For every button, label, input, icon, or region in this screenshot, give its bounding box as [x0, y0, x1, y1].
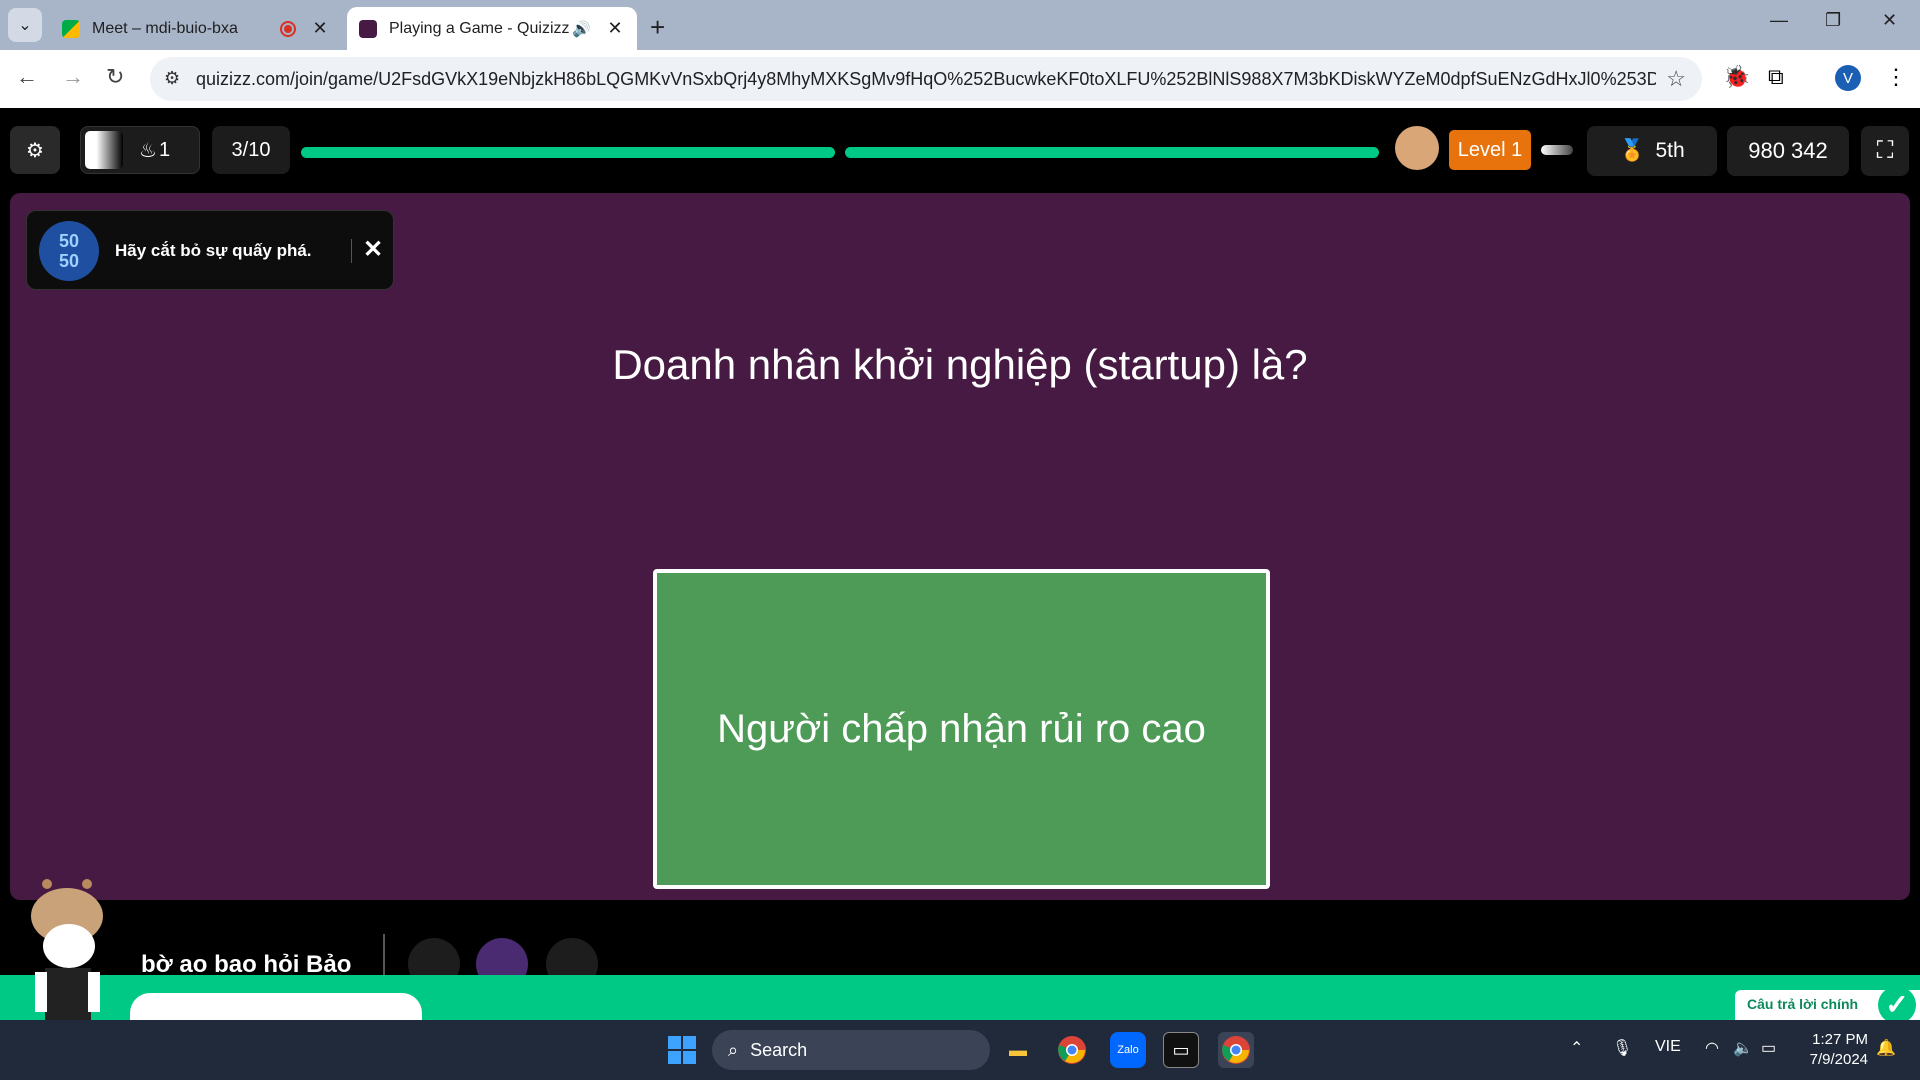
fullscreen-button[interactable]: ⛶	[1861, 126, 1909, 176]
check-icon: ✓	[1878, 986, 1916, 1024]
divider	[383, 934, 385, 975]
progress-segment	[845, 147, 1379, 158]
question-text: Doanh nhân khởi nghiệp (startup) là?	[612, 341, 1308, 388]
score-display: 980 342	[1727, 126, 1849, 176]
browser-tabstrip: ⌄ Meet – mdi-buio-bxa ✕ Playing a Game -…	[0, 0, 1920, 50]
bookmark-star-icon[interactable]: ☆	[1666, 66, 1686, 92]
system-clock[interactable]: 1:27 PM 7/9/2024	[1800, 1030, 1868, 1070]
tab-search-button[interactable]: ⌄	[8, 8, 42, 42]
url-text[interactable]: quizizz.com/join/game/U2FsdGVkX19eNbjzkH…	[196, 69, 1656, 90]
question-stage: 50 50 Hãy cắt bỏ sự quấy phá. ✕ Doanh nhâ…	[10, 193, 1910, 905]
search-icon: ⌕	[728, 1039, 739, 1060]
extension-icon[interactable]: 🐞	[1723, 64, 1750, 90]
progress-segment	[301, 147, 835, 158]
forward-icon[interactable]: →	[62, 64, 84, 90]
tab-title: Playing a Game - Quizizz	[389, 19, 570, 37]
address-bar[interactable]: ⚙ quizizz.com/join/game/U2FsdGVkX19eNbjz…	[150, 57, 1702, 101]
file-explorer-icon[interactable]: ▬	[1000, 1032, 1036, 1068]
new-tab-button[interactable]: +	[650, 12, 665, 43]
windows-start-icon[interactable]	[664, 1032, 700, 1068]
microphone-icon[interactable]: 🎙	[1612, 1038, 1632, 1058]
windows-taskbar: ⌕ Search ▬ Zalo ▭ ⌃ 🎙 VIE ◠ 🔈 ▭ 1:27 PM …	[0, 1020, 1920, 1080]
player-avatar	[1395, 126, 1439, 170]
streak-count: 1	[159, 139, 171, 161]
reload-icon[interactable]: ↻	[106, 64, 124, 90]
tab-meet[interactable]: Meet – mdi-buio-bxa ✕	[50, 7, 342, 50]
player-bar: bờ ao bao hỏi Bảo	[0, 900, 1920, 990]
fullscreen-icon: ⛶	[1876, 137, 1894, 164]
medal-icon: 🏅	[1619, 139, 1646, 162]
clock-time: 1:27 PM	[1812, 1031, 1868, 1048]
streak-fill	[85, 131, 123, 169]
site-settings-icon[interactable]: ⚙	[164, 68, 180, 89]
wifi-icon[interactable]: ◠	[1705, 1038, 1719, 1058]
mascot-character	[31, 879, 103, 1020]
minimize-icon[interactable]: —	[1770, 10, 1788, 31]
rank-display: 🏅 5th	[1587, 126, 1717, 176]
close-icon[interactable]: ✕	[363, 235, 383, 264]
toast-message: Hãy cắt bỏ sự quấy phá.	[115, 241, 312, 260]
extensions-puzzle-icon[interactable]: ⧉	[1768, 64, 1784, 90]
recording-icon	[280, 20, 296, 37]
speaker-icon[interactable]: 🔊	[572, 20, 591, 38]
chevron-up-icon[interactable]: ⌃	[1570, 1038, 1583, 1058]
zalo-icon[interactable]: Zalo	[1110, 1032, 1146, 1068]
settings-button[interactable]: ⚙	[10, 126, 60, 174]
rank-text: 5th	[1655, 139, 1685, 162]
language-indicator[interactable]: VIE	[1655, 1038, 1681, 1056]
flame-icon: ♨	[139, 140, 157, 162]
google-meet-icon	[62, 19, 80, 38]
answer-option[interactable]: Người chấp nhận rủi ro cao	[653, 569, 1270, 889]
toast-divider	[351, 239, 352, 263]
close-window-icon[interactable]: ✕	[1882, 10, 1897, 31]
game-header: ⚙ ♨ 1 3/10 Level 1 🏅 5th 980 342 ⛶	[0, 108, 1920, 192]
powerup-toast: 50 50 Hãy cắt bỏ sự quấy phá. ✕	[26, 210, 394, 290]
level-badge: Level 1	[1449, 130, 1531, 170]
taskbar-search[interactable]: ⌕ Search	[712, 1030, 990, 1070]
battery-icon[interactable]: ▭	[1761, 1038, 1776, 1058]
tab-title: Meet – mdi-buio-bxa	[92, 19, 238, 37]
terminal-icon[interactable]: ▭	[1163, 1032, 1199, 1068]
search-label: Search	[750, 1039, 808, 1060]
question-counter: 3/10	[212, 126, 290, 174]
feedback-text: Câu trả lời chính	[1747, 996, 1859, 1012]
back-icon[interactable]: ←	[16, 64, 38, 90]
chrome-icon[interactable]	[1054, 1032, 1090, 1068]
close-tab-icon[interactable]: ✕	[310, 18, 330, 39]
feedback-bar: Câu trả lời chính ✓	[0, 975, 1920, 1033]
fifty-fifty-icon: 50 50	[39, 221, 99, 281]
restore-icon[interactable]: ❐	[1825, 10, 1841, 31]
profile-avatar[interactable]: V	[1835, 65, 1861, 91]
level-progress	[1541, 145, 1573, 155]
streak-indicator: ♨ 1	[80, 126, 200, 174]
close-tab-icon[interactable]: ✕	[605, 18, 625, 39]
browser-toolbar: ← → ↻ ⚙ quizizz.com/join/game/U2FsdGVkX1…	[0, 50, 1920, 108]
quizizz-icon	[359, 19, 377, 38]
gear-icon: ⚙	[26, 139, 44, 162]
answer-text: Người chấp nhận rủi ro cao	[717, 706, 1206, 751]
menu-kebab-icon[interactable]: ⋮	[1885, 64, 1907, 90]
clock-date: 7/9/2024	[1809, 1051, 1868, 1068]
tab-quizizz[interactable]: Playing a Game - Quizizz 🔊 ✕	[347, 7, 637, 50]
correct-answer-banner: Câu trả lời chính ✓	[1735, 986, 1920, 1024]
notification-bell-icon[interactable]: 🔔	[1876, 1038, 1896, 1058]
chrome-profile-icon[interactable]	[1218, 1032, 1254, 1068]
volume-icon[interactable]: 🔈	[1733, 1038, 1753, 1058]
